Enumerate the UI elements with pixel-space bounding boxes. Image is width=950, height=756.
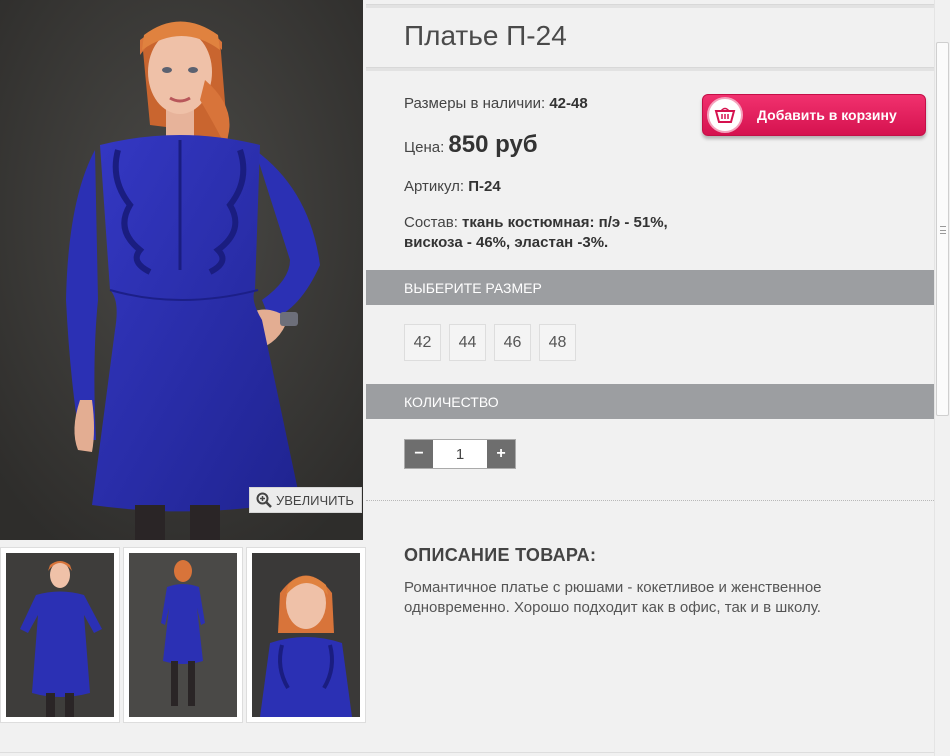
product-info-panel: Платье П-24 Размеры в наличии: 42-48 Цен… [366, 0, 934, 756]
price-value: 850 руб [448, 131, 538, 158]
scrollbar-grip-icon [940, 226, 946, 234]
sizes-available: Размеры в наличии: 42-48 [404, 95, 588, 112]
composition: Состав: ткань костюмная: п/э - 51%, виск… [404, 213, 694, 253]
thumbnail-front[interactable] [0, 547, 120, 723]
size-option-46[interactable]: 46 [494, 324, 531, 361]
price-label: Цена: [404, 139, 445, 156]
size-section-header: ВЫБЕРИТЕ РАЗМЕР [366, 270, 934, 305]
basket-icon [707, 97, 743, 133]
quantity-decrease-button[interactable]: − [405, 440, 433, 468]
size-options: 42 44 46 48 [404, 324, 576, 361]
price: Цена: 850 руб [404, 131, 538, 159]
quantity-stepper: − + [404, 439, 516, 469]
add-to-cart-label: Добавить в корзину [757, 107, 897, 123]
article-label: Артикул: [404, 178, 465, 195]
article: Артикул: П-24 [404, 178, 501, 195]
description-text: Романтичное платье с рюшами - кокетливое… [404, 579, 822, 616]
zoom-label: УВЕЛИЧИТЬ [276, 492, 354, 508]
dotted-divider [366, 500, 934, 501]
thumbnail-back-image [129, 553, 237, 717]
quantity-section-header: КОЛИЧЕСТВО [366, 384, 934, 419]
size-option-48[interactable]: 48 [539, 324, 576, 361]
description-title: ОПИСАНИЕ ТОВАРА: [404, 545, 597, 565]
divider-title [366, 67, 934, 71]
product-page: УВЕЛИЧИТЬ Платье П-24 Размеры в наличии:… [0, 0, 950, 756]
zoom-button[interactable]: УВЕЛИЧИТЬ [249, 487, 362, 513]
model-photo-illustration [0, 0, 363, 540]
main-product-photo[interactable]: УВЕЛИЧИТЬ [0, 0, 363, 540]
add-to-cart-button[interactable]: Добавить в корзину [702, 94, 926, 136]
zoom-in-icon [256, 492, 272, 508]
bottom-divider [0, 752, 934, 753]
vertical-scrollbar[interactable] [934, 0, 950, 756]
sizes-label: Размеры в наличии: [404, 95, 546, 112]
thumbnail-closeup[interactable] [246, 547, 366, 723]
size-option-42[interactable]: 42 [404, 324, 441, 361]
divider-top [366, 4, 934, 8]
thumbnail-front-image [6, 553, 114, 717]
quantity-input[interactable] [433, 440, 487, 468]
sizes-value: 42-48 [549, 95, 588, 112]
product-title: Платье П-24 [404, 20, 567, 51]
scrollbar-thumb[interactable] [936, 42, 949, 416]
thumbnail-closeup-image [252, 553, 360, 717]
quantity-increase-button[interactable]: + [487, 440, 515, 468]
thumbnail-strip [0, 547, 366, 723]
thumbnail-back[interactable] [123, 547, 243, 723]
article-value: П-24 [468, 178, 501, 195]
size-option-44[interactable]: 44 [449, 324, 486, 361]
composition-label: Состав: [404, 214, 458, 231]
